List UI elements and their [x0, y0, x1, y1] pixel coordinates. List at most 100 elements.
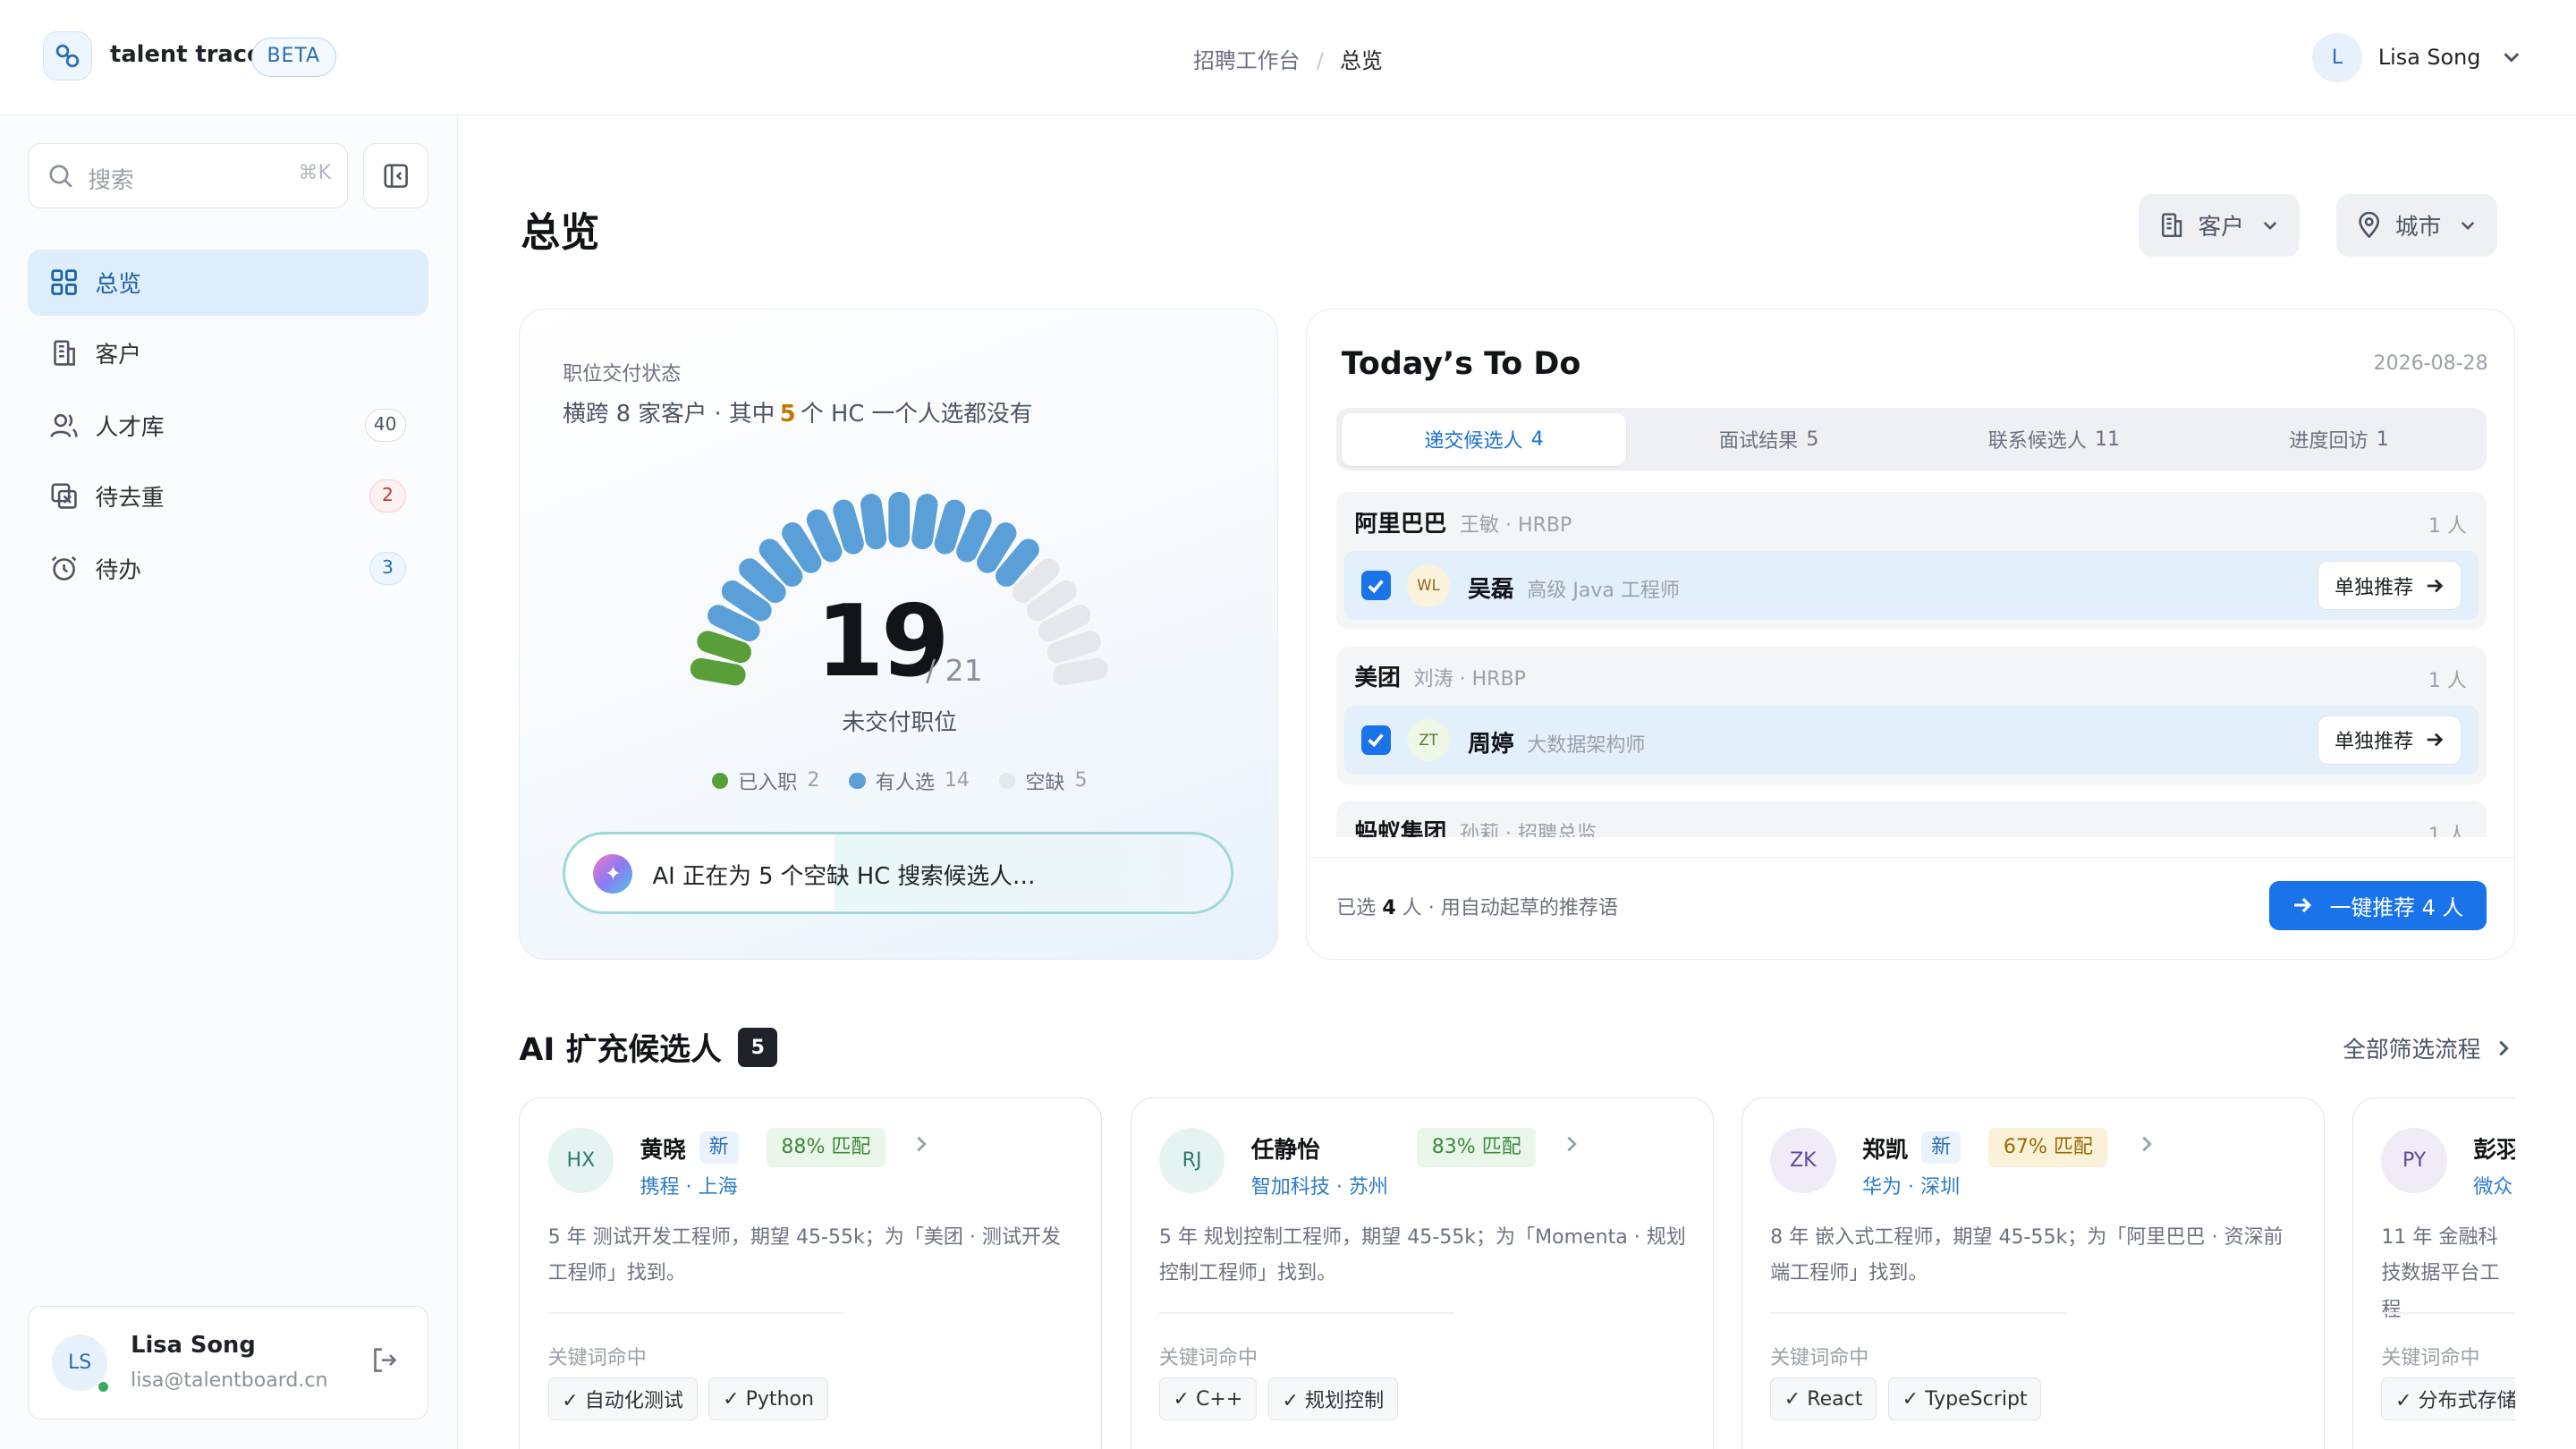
user-name: Lisa Song: [2377, 45, 2481, 71]
sidebar-item-clients[interactable]: 客户: [28, 320, 428, 386]
keyword-tag: ✓ 规划控制: [1267, 1377, 1398, 1420]
keyword-tags: ✓ React ✓ TypeScript: [1770, 1377, 2053, 1420]
open-candidate-button[interactable]: [911, 1134, 931, 1154]
user-card: LS Lisa Song lisa@talentboard.cn: [28, 1306, 429, 1419]
candidate-row[interactable]: ZT 周婷 大数据架构师 单独推荐: [1344, 705, 2479, 775]
tab-label: 递交候选人: [1424, 430, 1523, 453]
todo-list[interactable]: 阿里巴巴 王敏 · HRBP 1 人 WL 吴磊 高级 Java 工程师 单独推荐 …: [1336, 492, 2487, 837]
sidebar-item-label: 人才库: [95, 414, 165, 442]
chevron-right-icon: [2141, 1136, 2152, 1152]
tab-label: 联系候选人: [1987, 430, 2087, 453]
selection-summary: 已选 4 人 · 用自动起草的推荐语: [1336, 892, 1618, 920]
candidate-role: 大数据架构师: [1527, 733, 1646, 757]
breadcrumb-separator: /: [1316, 47, 1324, 73]
select-checkbox[interactable]: [1360, 571, 1391, 601]
select-checkbox[interactable]: [1360, 724, 1391, 755]
user-menu[interactable]: L Lisa Song: [2312, 32, 2523, 82]
sidebar-item-todo[interactable]: 待办 3: [28, 536, 428, 601]
summary-count: 4: [1382, 897, 1396, 920]
sidebar-item-dedupe[interactable]: 待去重 2: [28, 463, 428, 529]
recommend-label: 单独推荐: [2334, 731, 2414, 754]
avatar: PY: [2381, 1127, 2447, 1194]
chevron-right-icon: [916, 1136, 927, 1152]
chevron-down-icon: [2504, 53, 2520, 64]
sidebar-item-talent-pool[interactable]: 人才库 40: [28, 393, 428, 458]
count-badge: 40: [364, 409, 406, 443]
legend-item-hired: 已入职 2: [711, 767, 819, 795]
candidate-card[interactable]: RJ 任静怡 83% 匹配 智加科技 · 苏州 5 年 规划控制工程师，期望 4…: [1130, 1097, 1714, 1449]
tab-contact-candidates[interactable]: 联系候选人 11: [1911, 413, 2197, 466]
gauge-segment-candidate: [888, 492, 911, 548]
link-label: 全部筛选流程: [2343, 1037, 2481, 1064]
candidate-company: 华为 · 深圳: [1861, 1175, 1961, 1199]
candidate-card[interactable]: ZK 郑凯新 67% 匹配 华为 · 深圳 8 年 嵌入式工程师，期望 45-5…: [1741, 1097, 2325, 1449]
recommend-button[interactable]: 单独推荐: [2317, 715, 2462, 765]
sidebar-item-overview[interactable]: 总览: [28, 250, 429, 316]
keyword-header: 关键词命中: [1158, 1346, 1258, 1369]
candidate-company: 微众: [2473, 1175, 2513, 1199]
open-candidate-button[interactable]: [1562, 1134, 1581, 1154]
legend-count: 5: [1074, 769, 1088, 792]
count-badge: 5: [738, 1028, 778, 1068]
tab-label: 进度回访: [2289, 430, 2368, 453]
todo-title: Today’s To Do: [1341, 345, 1581, 382]
search-shortcut: ⌘K: [298, 161, 332, 184]
logout-icon: [374, 1348, 397, 1373]
candidate-name: 郑凯新: [1862, 1131, 1962, 1165]
check-icon: [1368, 733, 1385, 748]
candidate-card[interactable]: PY 彭羽 微众 11 年 金融科技数据平台工程 关键词命中 ✓ 分布式存储: [2352, 1097, 2515, 1449]
tab-progress-followup[interactable]: 进度回访 1: [2197, 413, 2482, 466]
client-filter[interactable]: 客户: [2139, 193, 2301, 257]
building-icon: [2162, 213, 2182, 237]
candidate-name: 吴磊 高级 Java 工程师: [1468, 571, 1680, 604]
summary-prefix: 已选: [1336, 897, 1377, 920]
sparkle-icon: ✦: [593, 854, 633, 894]
keyword-tag: ✓ C++: [1158, 1377, 1257, 1420]
company-name: 蚂蚁集团 孙莉 · 招聘总监: [1354, 814, 1597, 837]
chevron-down-icon: [2264, 221, 2277, 230]
alarm-icon: [51, 555, 77, 580]
arrow-right-icon: [2427, 733, 2444, 747]
tab-count: 5: [1806, 428, 1819, 451]
candidate-card[interactable]: HX 黄晓新 88% 匹配 携程 · 上海 5 年 测试开发工程师，期望 45-…: [519, 1097, 1103, 1449]
breadcrumb: 招聘工作台 / 总览: [0, 43, 2576, 74]
all-screening-link[interactable]: 全部筛选流程: [2343, 1031, 2513, 1064]
sidebar-collapse-icon: [384, 164, 408, 188]
logout-button[interactable]: [370, 1346, 398, 1380]
sidebar-item-label: 待去重: [95, 485, 165, 513]
section-title-text: AI 扩充候选人: [519, 1032, 722, 1069]
top-header: talent trace BETA 招聘工作台 / 总览 L Lisa Song: [0, 0, 2576, 115]
sidebar-item-label: 待办: [95, 556, 141, 584]
candidate-description: 5 年 测试开发工程师，期望 45-55k；为「美团 · 测试开发工程师」找到。: [547, 1225, 1062, 1285]
candidate-role: 高级 Java 工程师: [1527, 580, 1680, 603]
tab-submit-candidates[interactable]: 递交候选人 4: [1341, 412, 1627, 466]
total-positions: / 21: [926, 653, 983, 689]
keyword-tags: ✓ 自动化测试 ✓ Python: [547, 1377, 840, 1420]
search-placeholder: 搜索: [88, 166, 134, 194]
contact-name: 刘涛 · HRBP: [1413, 668, 1526, 691]
check-icon: [1368, 580, 1385, 593]
candidate-row[interactable]: WL 吴磊 高级 Java 工程师 单独推荐: [1344, 551, 2479, 621]
chevron-right-icon: [1567, 1136, 1577, 1152]
tab-interview-results[interactable]: 面试结果 5: [1626, 413, 1911, 466]
bulk-recommend-button[interactable]: 一键推荐 4 人: [2268, 880, 2487, 930]
recommend-button[interactable]: 单独推荐: [2317, 561, 2462, 611]
legend-swatch: [849, 772, 866, 790]
collapse-sidebar-button[interactable]: [362, 142, 429, 209]
breadcrumb-workspace[interactable]: 招聘工作台: [1193, 48, 1300, 73]
todo-date: 2026-08-28: [2373, 352, 2488, 376]
group-count: 1 人: [2428, 824, 2467, 837]
ai-candidates-row[interactable]: HX 黄晓新 88% 匹配 携程 · 上海 5 年 测试开发工程师，期望 45-…: [519, 1097, 2515, 1449]
building-icon: [54, 340, 75, 366]
keyword-tag: ✓ 分布式存储: [2381, 1377, 2515, 1420]
city-filter[interactable]: 城市: [2335, 193, 2497, 257]
open-candidate-button[interactable]: [2137, 1134, 2157, 1154]
candidate-name: 彭羽: [2473, 1131, 2515, 1165]
tab-count: 11: [2095, 428, 2121, 451]
avatar: HX: [547, 1127, 614, 1194]
bulk-recommend-label: 一键推荐 4 人: [2329, 894, 2464, 920]
company-name: 美团 刘涛 · HRBP: [1354, 659, 1525, 692]
dedupe-icon: [51, 483, 77, 509]
search-input[interactable]: 搜索 ⌘K: [28, 142, 349, 209]
company-name: 阿里巴巴 王敏 · HRBP: [1354, 505, 1572, 538]
